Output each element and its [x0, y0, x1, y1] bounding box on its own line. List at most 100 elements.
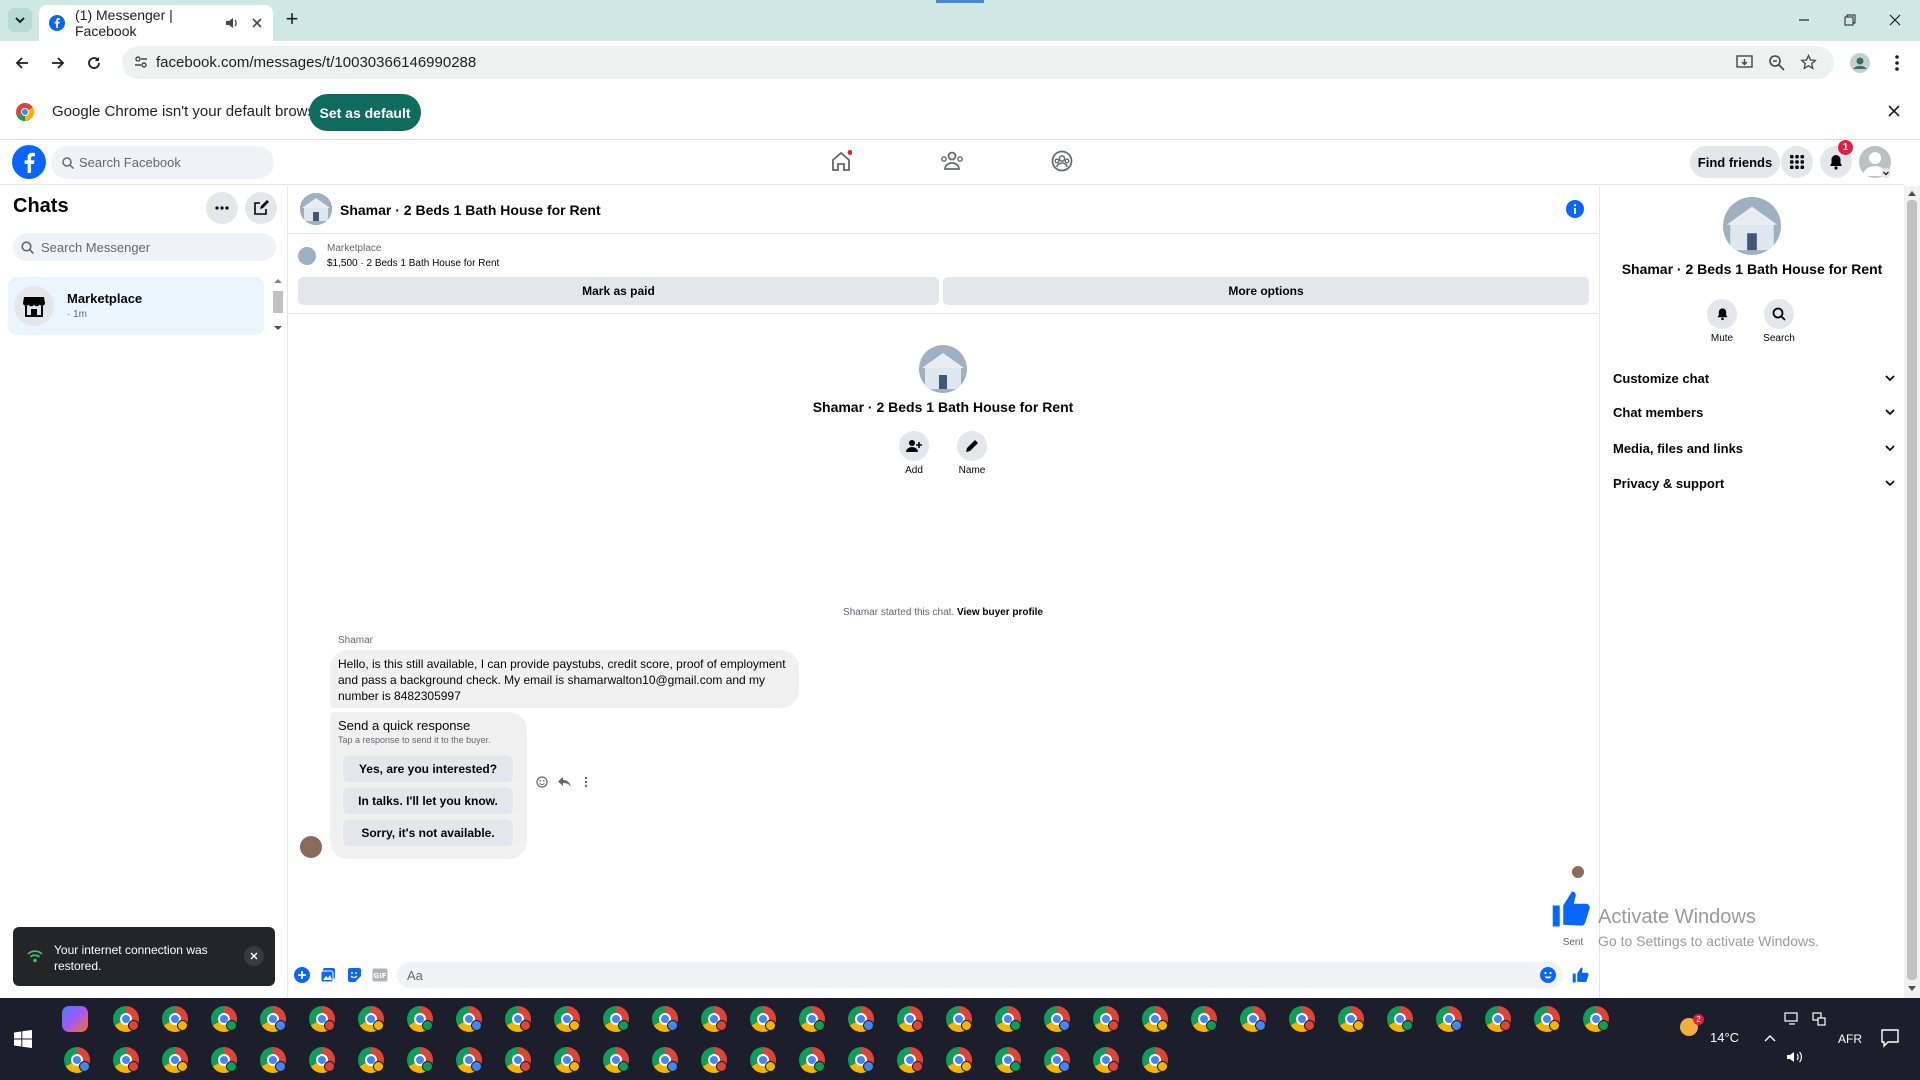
chrome-taskbar-icon[interactable]: [554, 1006, 580, 1032]
zoom-icon[interactable]: [1768, 54, 1785, 71]
page-scrollbar[interactable]: [1904, 186, 1920, 998]
chat-members-section[interactable]: Chat members: [1613, 397, 1895, 427]
temperature[interactable]: 14°C: [1710, 1030, 1739, 1045]
chrome-taskbar-icon[interactable]: [652, 1047, 678, 1073]
scroll-down-icon[interactable]: [273, 324, 283, 332]
chrome-taskbar-icon[interactable]: [407, 1047, 433, 1073]
chrome-taskbar-icon[interactable]: [162, 1047, 188, 1073]
display-icon[interactable]: [1784, 1012, 1800, 1026]
address-bar[interactable]: facebook.com/messages/t/1003036614699028…: [122, 46, 1834, 79]
chrome-taskbar-icon[interactable]: [1583, 1006, 1609, 1032]
chrome-taskbar-icon[interactable]: [995, 1006, 1021, 1032]
scroll-up-icon[interactable]: [1908, 190, 1916, 196]
chrome-taskbar-icon[interactable]: [1093, 1047, 1119, 1073]
reload-icon[interactable]: [86, 55, 102, 71]
close-window-icon[interactable]: [1889, 14, 1901, 26]
new-message-button[interactable]: [245, 192, 277, 224]
network-icon[interactable]: [1812, 1012, 1826, 1026]
sticker-icon[interactable]: [346, 967, 362, 983]
chrome-taskbar-icon[interactable]: [1093, 1006, 1119, 1032]
scroll-thumb[interactable]: [1907, 200, 1917, 980]
close-toast-button[interactable]: [244, 946, 264, 966]
chrome-taskbar-icon[interactable]: [260, 1047, 286, 1073]
audio-playing-icon[interactable]: [225, 16, 239, 30]
listing-title[interactable]: $1,500 · 2 Beds 1 Bath House for Rent: [327, 258, 499, 269]
chrome-taskbar-icon[interactable]: [603, 1047, 629, 1073]
gif-icon[interactable]: GIF: [372, 968, 388, 982]
more-options-button[interactable]: More options: [943, 277, 1589, 305]
scroll-down-icon[interactable]: [1908, 986, 1916, 992]
media-files-links-section[interactable]: Media, files and links: [1613, 433, 1895, 463]
scroll-thumb[interactable]: [273, 291, 283, 313]
site-info-icon[interactable]: [134, 55, 148, 69]
tab-messenger[interactable]: (1) Messenger | Facebook: [39, 5, 273, 41]
chrome-taskbar-icon[interactable]: [1485, 1006, 1511, 1032]
chrome-taskbar-icon[interactable]: [309, 1047, 335, 1073]
view-buyer-profile-link[interactable]: View buyer profile: [957, 607, 1043, 618]
facebook-logo-icon[interactable]: [12, 145, 46, 179]
chrome-taskbar-icon[interactable]: [750, 1006, 776, 1032]
scroll-up-icon[interactable]: [273, 277, 283, 285]
chrome-taskbar-icon[interactable]: [897, 1047, 923, 1073]
windows-start-icon[interactable]: [14, 1030, 32, 1048]
chrome-taskbar-icon[interactable]: [1338, 1006, 1364, 1032]
profile-icon[interactable]: [1850, 53, 1870, 73]
name-chat-button[interactable]: [957, 431, 987, 461]
chat-list-item-marketplace[interactable]: Marketplace · 1m: [8, 277, 264, 335]
chrome-taskbar-icon[interactable]: [1387, 1006, 1413, 1032]
chat-list-scrollbar[interactable]: [273, 277, 283, 332]
minimize-icon[interactable]: [1798, 14, 1810, 26]
quick-response-yes[interactable]: Yes, are you interested?: [343, 756, 513, 782]
restore-icon[interactable]: [1844, 14, 1856, 26]
chrome-taskbar-icon[interactable]: [1534, 1006, 1560, 1032]
chrome-taskbar-icon[interactable]: [848, 1047, 874, 1073]
like-send-icon[interactable]: [1572, 966, 1590, 984]
conversation-title[interactable]: Shamar · 2 Beds 1 Bath House for Rent: [340, 202, 601, 218]
chrome-taskbar-icon[interactable]: [456, 1047, 482, 1073]
chrome-taskbar-icon[interactable]: [162, 1006, 188, 1032]
plus-circle-icon[interactable]: [294, 967, 310, 983]
chrome-taskbar-icon[interactable]: [799, 1047, 825, 1073]
chrome-taskbar-icon[interactable]: [946, 1047, 972, 1073]
bookmark-star-icon[interactable]: [1800, 54, 1817, 71]
tab-search-button[interactable]: [8, 8, 32, 32]
close-infobar-icon[interactable]: [1888, 105, 1900, 117]
big-like-icon[interactable]: [1551, 888, 1593, 930]
input-language[interactable]: AFR: [1838, 1032, 1862, 1046]
chrome-taskbar-icon[interactable]: [1044, 1047, 1070, 1073]
chrome-taskbar-icon[interactable]: [799, 1006, 825, 1032]
customize-chat-section[interactable]: Customize chat: [1613, 363, 1895, 393]
message-bubble[interactable]: Hello, is this still available, I can pr…: [330, 650, 799, 708]
chrome-taskbar-icon[interactable]: [652, 1006, 678, 1032]
volume-icon[interactable]: [1786, 1050, 1804, 1064]
chrome-taskbar-icon[interactable]: [64, 1047, 90, 1073]
quick-response-in-talks[interactable]: In talks. I'll let you know.: [343, 788, 513, 814]
chrome-taskbar-icon[interactable]: [701, 1047, 727, 1073]
notification-center-icon[interactable]: [1880, 1028, 1900, 1048]
menu-button[interactable]: [1781, 146, 1813, 178]
photo-icon[interactable]: [320, 967, 336, 983]
home-icon[interactable]: [830, 150, 852, 172]
chrome-taskbar-icon[interactable]: [456, 1006, 482, 1032]
chrome-taskbar-icon[interactable]: [848, 1006, 874, 1032]
chat-options-button[interactable]: [206, 192, 238, 224]
chrome-taskbar-icon[interactable]: [1044, 1006, 1070, 1032]
account-chevron-icon[interactable]: [1881, 168, 1891, 178]
chrome-taskbar-icon[interactable]: [750, 1047, 776, 1073]
chrome-taskbar-icon[interactable]: [358, 1047, 384, 1073]
show-hidden-icons-icon[interactable]: [1764, 1034, 1776, 1042]
info-icon[interactable]: [1566, 200, 1584, 218]
more-vertical-icon[interactable]: [584, 776, 588, 788]
chrome-taskbar-icon[interactable]: [554, 1047, 580, 1073]
add-people-button[interactable]: [899, 431, 929, 461]
chrome-taskbar-icon[interactable]: [701, 1006, 727, 1032]
chrome-taskbar-icon[interactable]: [358, 1006, 384, 1032]
chrome-taskbar-icon[interactable]: [1436, 1006, 1462, 1032]
install-app-icon[interactable]: [1736, 54, 1753, 71]
chrome-taskbar-icon[interactable]: [309, 1006, 335, 1032]
message-input[interactable]: Aa: [397, 962, 1563, 988]
chrome-taskbar-icon[interactable]: [1142, 1006, 1168, 1032]
chrome-taskbar-icon[interactable]: [211, 1047, 237, 1073]
new-tab-button[interactable]: +: [281, 8, 303, 31]
react-smiley-icon[interactable]: [536, 776, 548, 788]
